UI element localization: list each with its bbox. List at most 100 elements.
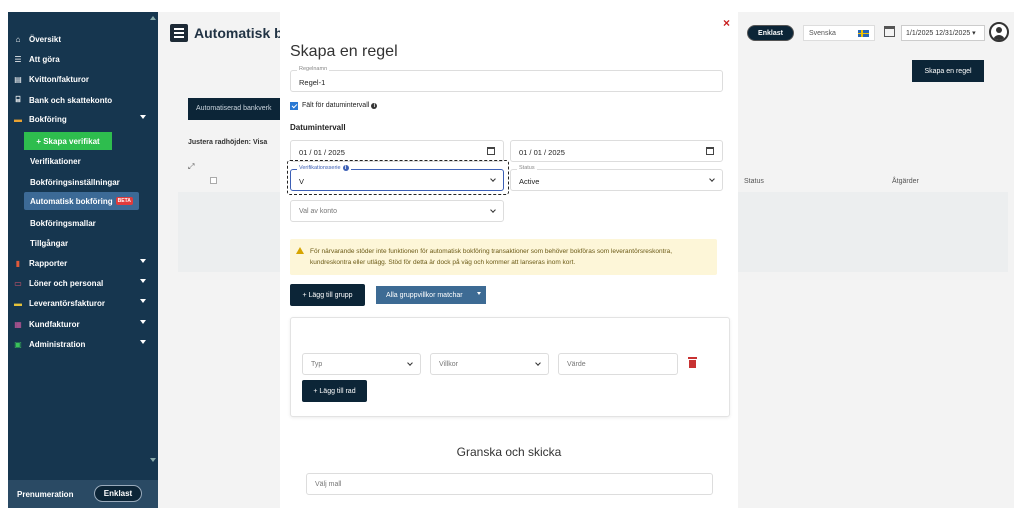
sidebar-item-bokforingsinstallningar[interactable]: Bokföringsinställningar [30, 173, 120, 191]
lagg-till-rad-button[interactable]: + Lägg till rad [302, 380, 367, 402]
skapa-regel-modal: × Skapa en regel Regelnamn Regel-1 Fält … [280, 12, 738, 508]
verifikationsserie-value: V [299, 177, 305, 186]
date-from-value: 01 / 01 / 2025 [299, 148, 345, 157]
varde-input[interactable]: Värde [558, 353, 678, 375]
beta-badge: BETA [115, 197, 133, 205]
sidebar-item-bokforingsmallar[interactable]: Bokföringsmallar [30, 214, 96, 232]
calendar-icon[interactable] [884, 26, 895, 37]
sidebar-item-label: Leverantörsfakturor [29, 298, 106, 308]
expand-icon[interactable]: ⤢ [188, 162, 194, 172]
sidebar-item-label: Administration [29, 339, 86, 349]
enklast-plan-button[interactable]: Enklast [747, 25, 794, 41]
scroll-down-icon[interactable] [150, 458, 156, 462]
sidebar-item-label: Kvitton/fakturor [29, 74, 89, 84]
chevron-down-icon [140, 115, 146, 119]
bank-icon: ⌸ [15, 95, 21, 104]
receipt-icon: ▤ [14, 74, 22, 84]
chart-icon: ▮ [15, 258, 21, 268]
chevron-down-icon [140, 299, 146, 303]
sidebar-item-kundfakturor[interactable]: ▦ Kundfakturor [12, 315, 152, 333]
automatiserad-bankverifikation-tab[interactable]: Automatiserad bankverk [188, 98, 288, 120]
calendar-icon[interactable] [706, 147, 714, 155]
datumintervall-heading: Datumintervall [290, 123, 346, 132]
date-from-input[interactable]: 01 / 01 / 2025 [290, 140, 504, 162]
sidebar-scrollbar[interactable] [150, 12, 156, 472]
villkor-placeholder: Villkor [439, 361, 458, 368]
chevron-down-icon [140, 259, 146, 263]
date-to-input[interactable]: 01 / 01 / 2025 [510, 140, 723, 162]
plan-enklast-button[interactable]: Enklast [94, 485, 142, 502]
chevron-down-icon [709, 176, 715, 182]
sidebar-item-loner[interactable]: ▭ Löner och personal [12, 274, 152, 292]
skapa-en-regel-button[interactable]: Skapa en regel [912, 60, 984, 82]
bottom-margin [0, 508, 1024, 520]
info-icon[interactable]: i [371, 103, 378, 109]
datumintervall-checkbox[interactable] [290, 102, 298, 110]
sidebar-item-label: Löner och personal [29, 278, 104, 288]
sidebar-item-label: Att göra [29, 54, 60, 64]
warning-text: För närvarande stöder inte funktionen fö… [310, 248, 673, 266]
sidebar-item-verifikationer[interactable]: Verifikationer [30, 152, 81, 170]
chevron-down-icon [477, 292, 481, 295]
row-height-label: Justera radhöjden: Visa [188, 139, 268, 146]
villkor-select[interactable]: Villkor [430, 353, 549, 375]
varde-placeholder: Värde [567, 361, 586, 368]
scroll-up-icon[interactable] [150, 16, 156, 20]
page-title: Automatisk b [194, 25, 283, 41]
regelnamn-value: Regel-1 [299, 78, 326, 87]
chevron-down-icon [407, 360, 413, 366]
sidebar-item-leverantorsfakturor[interactable]: ▬ Leverantörsfakturor [12, 294, 152, 312]
status-select[interactable]: Status Active [510, 165, 723, 191]
sidebar-item-att-gora[interactable]: ☰ Att göra [12, 50, 152, 68]
chevron-down-icon [140, 340, 146, 344]
hamburger-menu-icon[interactable] [170, 24, 188, 42]
swedish-flag-icon [858, 30, 869, 37]
verifikationsserie-label: Verifikationsserie i [297, 165, 351, 171]
verifikationsserie-select[interactable]: Verifikationsserie i V [290, 165, 504, 191]
skapa-verifikat-button[interactable]: + Skapa verifikat [24, 132, 112, 150]
chevron-down-icon [535, 360, 541, 366]
trash-icon[interactable] [688, 357, 697, 368]
sidebar-item-rapporter[interactable]: ▮ Rapporter [12, 254, 152, 272]
prenumeration-label: Prenumeration [17, 489, 74, 499]
sidebar: ⌂ Översikt ☰ Att göra ▤ Kvitton/fakturor ⌸ B… [8, 12, 158, 508]
typ-select[interactable]: Typ [302, 353, 421, 375]
sidebar-item-administration[interactable]: ▣ Administration [12, 335, 152, 353]
book-icon: ▬ [14, 114, 22, 124]
language-select[interactable]: Svenska [803, 25, 875, 41]
app: ⌂ Översikt ☰ Att göra ▤ Kvitton/fakturor ⌸ B… [0, 0, 1024, 520]
datumintervall-checkbox-label: Fält för datumintervall i [302, 102, 378, 109]
chevron-down-icon [490, 207, 496, 213]
status-value: Active [519, 177, 540, 186]
user-avatar-icon[interactable] [989, 22, 1009, 42]
sidebar-item-bank[interactable]: ⌸ Bank och skattekonto [12, 91, 152, 109]
valj-mall-select[interactable]: Välj mall [306, 473, 713, 495]
info-icon[interactable]: i [342, 165, 349, 171]
typ-placeholder: Typ [311, 361, 323, 368]
status-label: Status [517, 165, 537, 171]
konto-select[interactable]: Val av konto [290, 200, 504, 222]
sidebar-item-oversikt[interactable]: ⌂ Översikt [12, 30, 152, 48]
chevron-down-icon [140, 320, 146, 324]
calendar-icon[interactable] [487, 147, 495, 155]
select-all-checkbox[interactable] [210, 177, 217, 184]
regelnamn-label: Regelnamn [297, 66, 330, 72]
sidebar-footer: Prenumeration Enklast [8, 480, 158, 508]
payroll-icon: ▭ [14, 278, 22, 288]
sidebar-item-tillgangar[interactable]: Tillgångar [30, 234, 68, 252]
home-icon: ⌂ [15, 34, 21, 44]
chevron-down-icon [140, 279, 146, 283]
verifikationsserie-label-text: Verifikationsserie [299, 165, 341, 171]
warning-icon [296, 247, 304, 254]
gruppvillkor-select[interactable]: Alla gruppvillkor matchar [376, 286, 486, 304]
lagg-till-grupp-button[interactable]: + Lägg till grupp [290, 284, 365, 306]
close-icon[interactable]: × [723, 16, 730, 30]
konto-placeholder: Val av konto [299, 208, 338, 215]
date-range-select[interactable]: 1/1/2025 12/31/2025 ▾ [901, 25, 985, 41]
warning-alert: För närvarande stöder inte funktionen fö… [290, 239, 717, 275]
regelnamn-field[interactable]: Regelnamn Regel-1 [290, 66, 723, 92]
language-label: Svenska [809, 29, 836, 37]
sidebar-item-automatisk-bokforing[interactable]: Automatisk bokföring BETA [24, 192, 139, 210]
sidebar-item-kvitton[interactable]: ▤ Kvitton/fakturor [12, 70, 152, 88]
sidebar-item-bokforing[interactable]: ▬ Bokföring [12, 110, 152, 128]
